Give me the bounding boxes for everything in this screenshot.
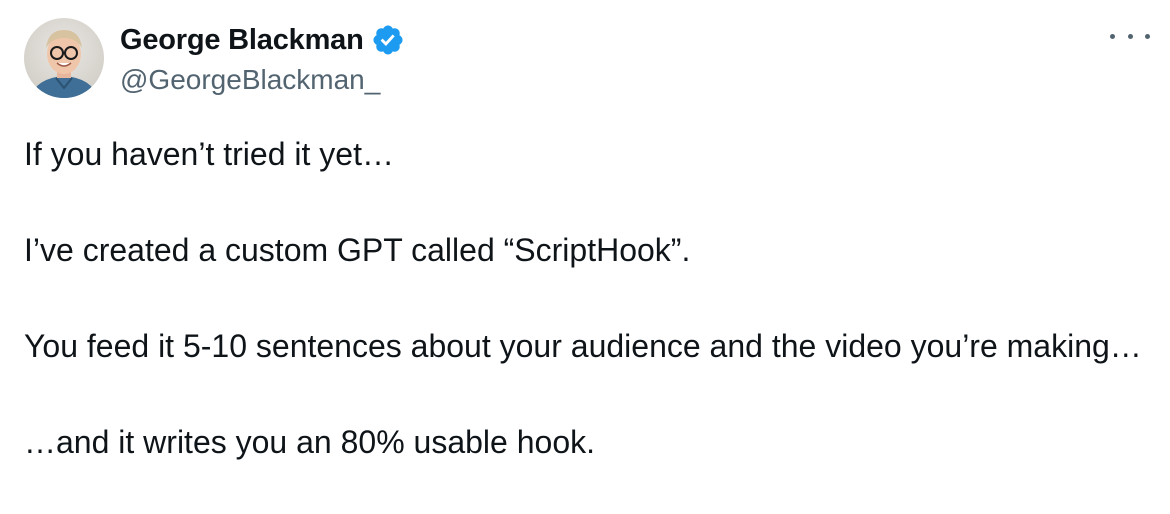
- tweet-paragraph: I’ve created a custom GPT called “Script…: [24, 232, 691, 268]
- author-identity: George Blackman @GeorgeBlackman_: [120, 20, 405, 96]
- tweet-paragraph: …and it writes you an 80% usable hook.: [24, 424, 595, 460]
- more-options-icon[interactable]: [1110, 24, 1150, 48]
- tweet-text: If you haven’t tried it yet… I’ve create…: [24, 130, 1144, 466]
- more-dot: [1110, 33, 1115, 39]
- author-display-name[interactable]: George Blackman: [120, 24, 364, 57]
- author-name-row: George Blackman: [120, 20, 405, 60]
- author-avatar[interactable]: [24, 18, 104, 98]
- verified-badge-icon: [371, 23, 405, 57]
- avatar-photo: [24, 18, 104, 98]
- author-handle[interactable]: @GeorgeBlackman_: [120, 64, 405, 96]
- more-dot: [1145, 33, 1150, 39]
- tweet-paragraph: If you haven’t tried it yet…: [24, 136, 394, 172]
- tweet-paragraph: You feed it 5-10 sentences about your au…: [24, 328, 1142, 364]
- tweet-card: George Blackman @GeorgeBlackman_ If you …: [0, 0, 1170, 514]
- more-dot: [1127, 33, 1133, 39]
